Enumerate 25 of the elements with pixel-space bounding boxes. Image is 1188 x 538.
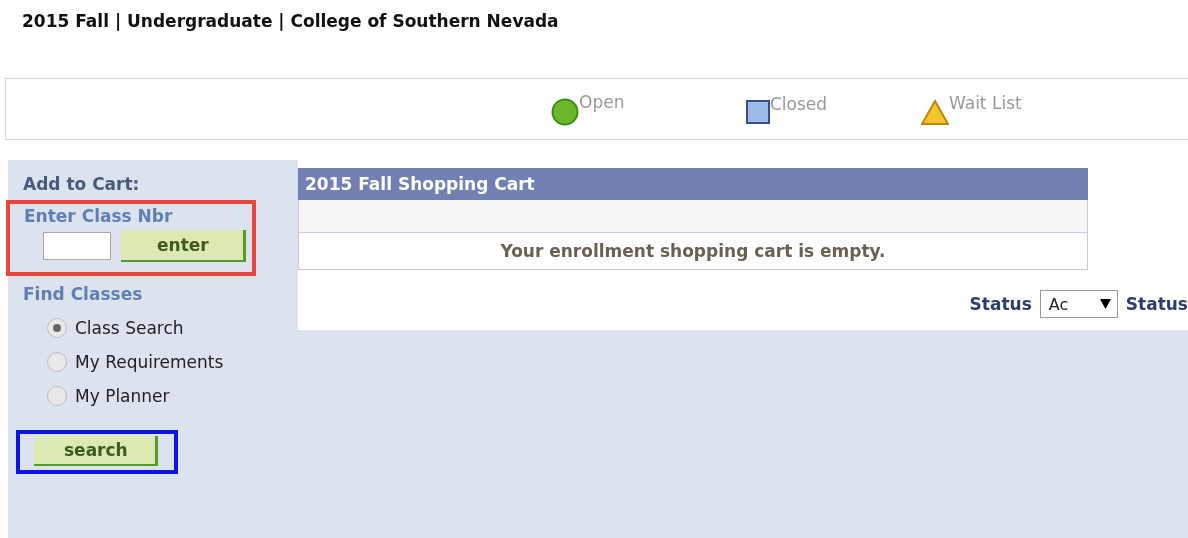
field-label: Enter Class Nbr	[24, 206, 173, 226]
cart-header: 2015 Fall Shopping Cart	[298, 168, 1088, 200]
option-label[interactable]: My Requirements	[75, 352, 224, 372]
option-label[interactable]: My Planner	[75, 386, 170, 406]
enter-button[interactable]: enter	[121, 230, 246, 262]
open-status-icon	[551, 98, 579, 126]
find-classes-heading: Find Classes	[23, 284, 144, 304]
wait-list-icon	[921, 99, 949, 125]
radio-button[interactable]	[47, 386, 67, 406]
class-number-field[interactable]	[43, 232, 111, 260]
add-to-cart-heading: Add to Cart:	[23, 174, 141, 194]
legend-label: Wait List	[949, 93, 1022, 113]
page-title: 2015 Fall | Undergraduate | College of Southern Nevada	[21, 10, 560, 33]
legend-label: Open	[579, 92, 625, 112]
option-label[interactable]: Class Search	[75, 318, 184, 338]
search-button[interactable]: search	[34, 436, 158, 466]
status-select[interactable]: Ac	[1039, 290, 1118, 318]
status-label: Status	[1125, 294, 1188, 314]
legend-label: Closed	[770, 94, 828, 114]
closed-status-icon	[746, 100, 770, 124]
empty-cart-message: Your enrollment shopping cart is empty.	[298, 233, 1088, 270]
radio-button[interactable]	[47, 318, 67, 338]
status-label: Status	[969, 294, 1032, 314]
dropdown-caret-icon	[1099, 299, 1111, 309]
radio-button[interactable]	[47, 352, 67, 372]
